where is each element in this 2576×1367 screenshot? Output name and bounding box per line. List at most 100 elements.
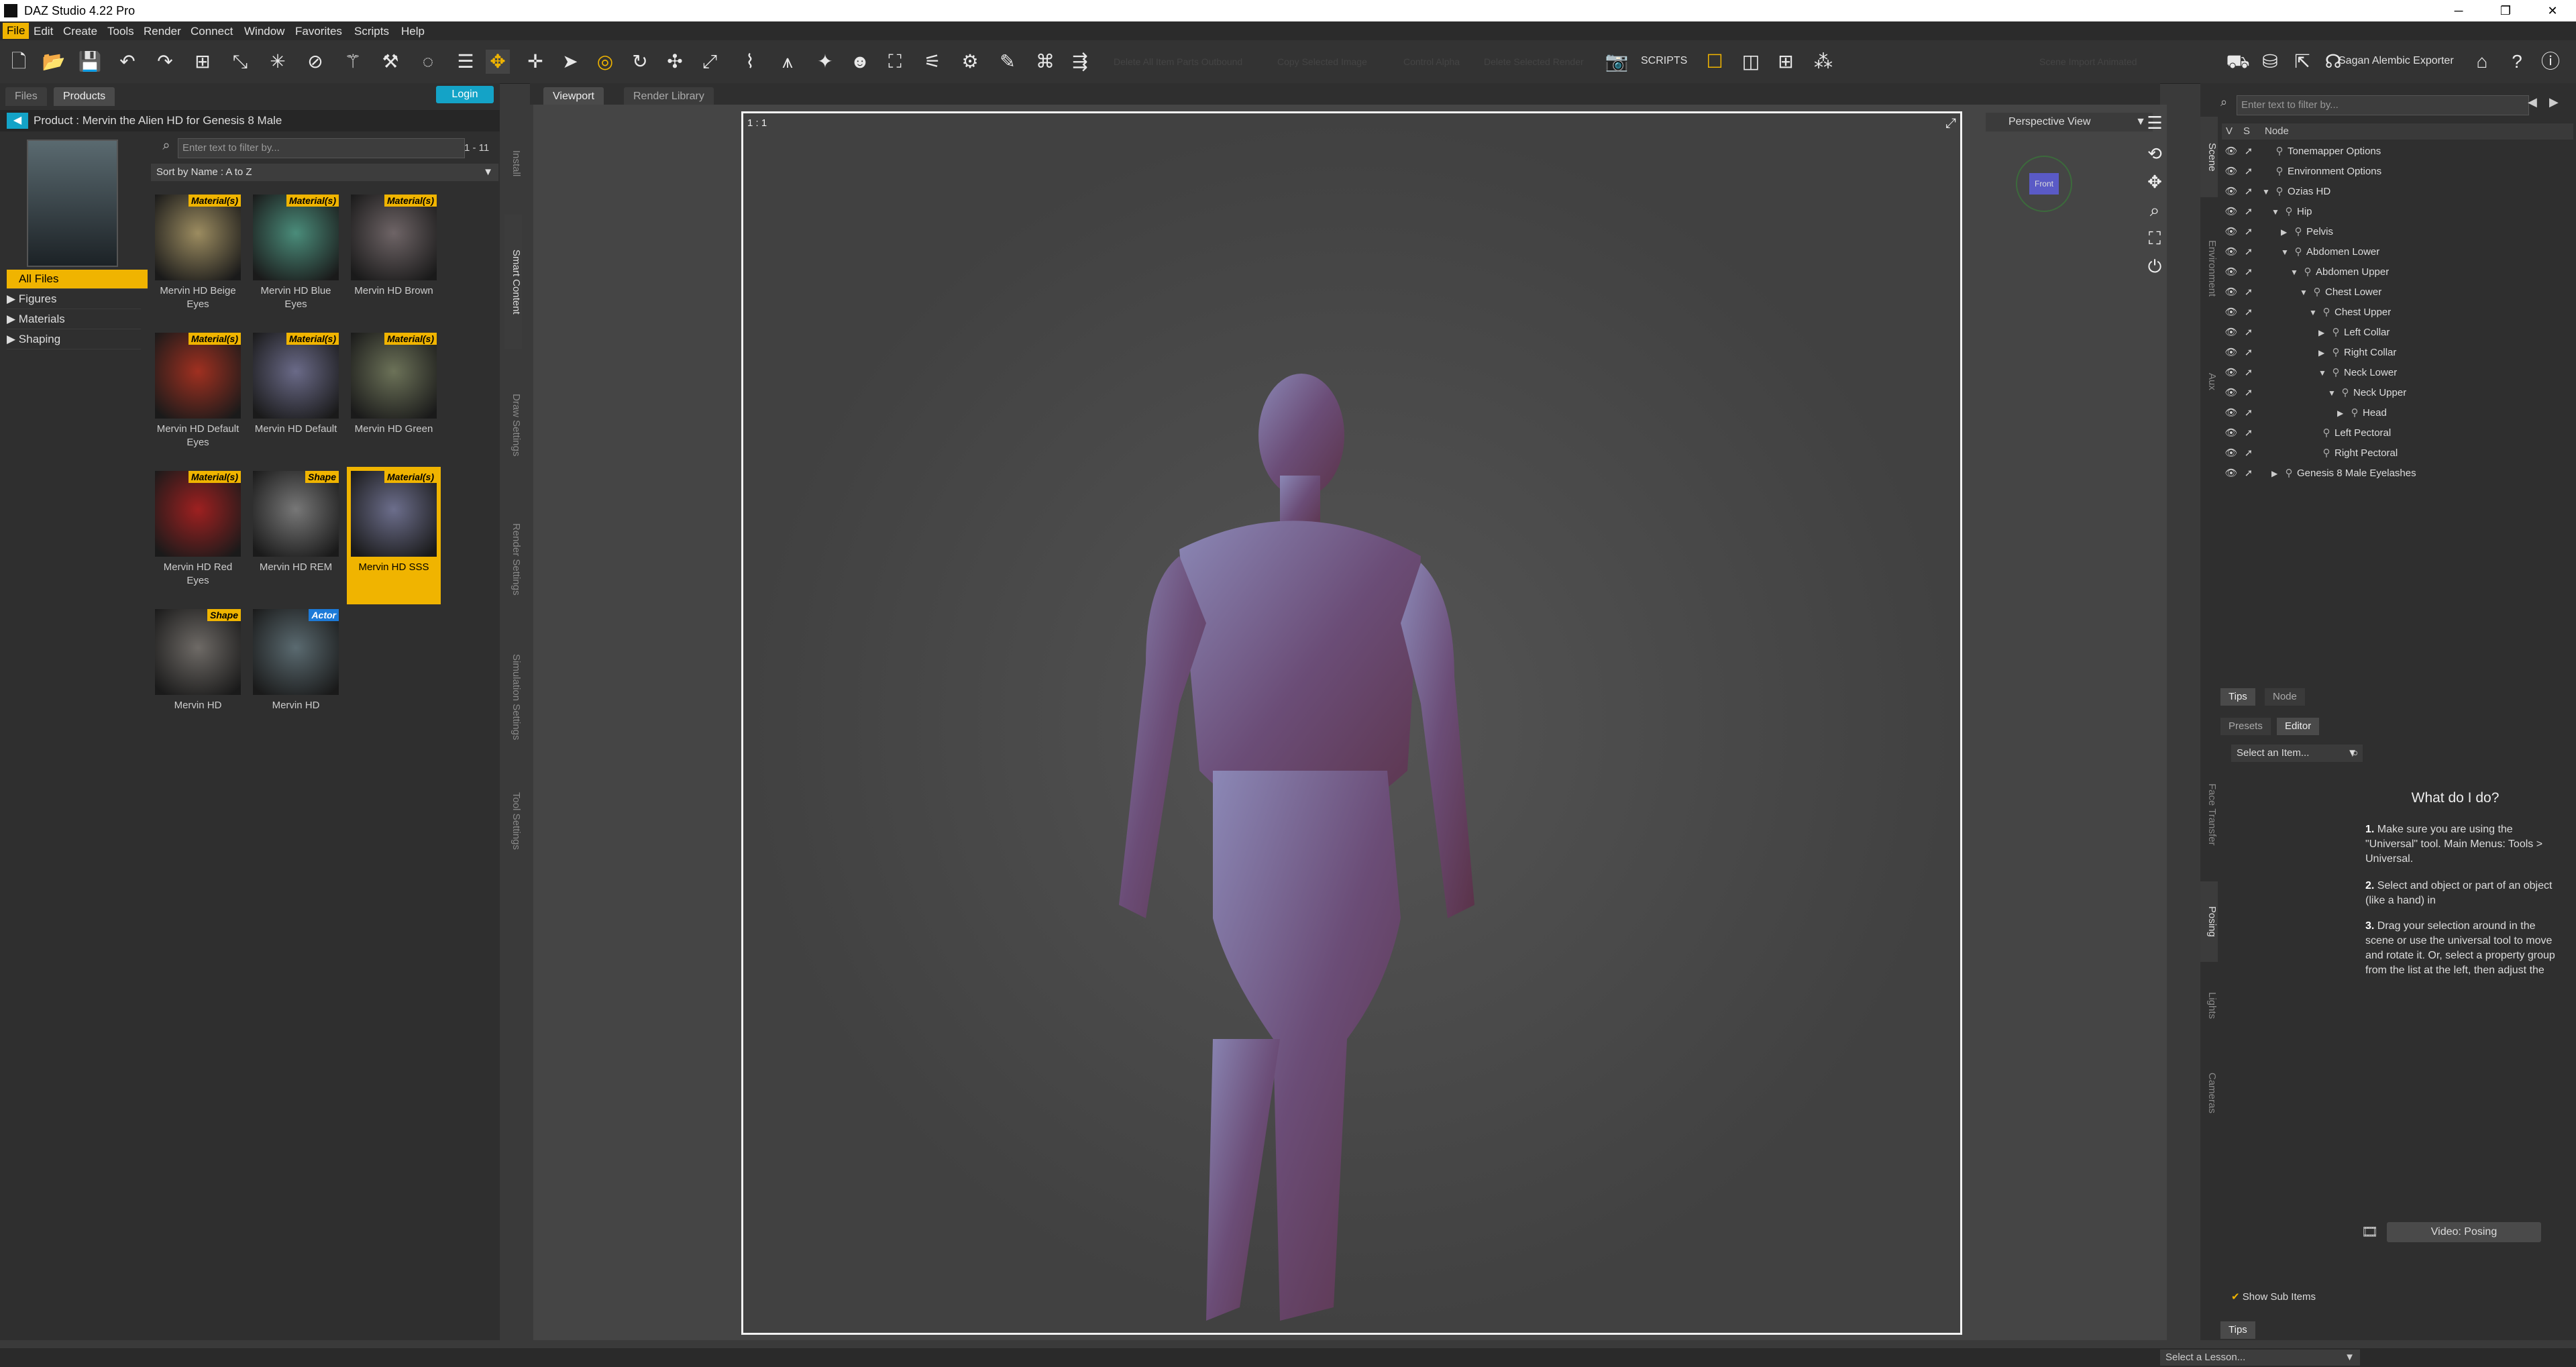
product-item[interactable]: Material(s) Mervin HD Blue Eyes bbox=[249, 190, 343, 328]
login-button[interactable]: Login bbox=[436, 86, 494, 103]
tab-presets[interactable]: Presets bbox=[2220, 718, 2271, 735]
product-item-thumbnail[interactable] bbox=[253, 471, 339, 557]
selectable-arrow-icon[interactable]: ➚ bbox=[2241, 182, 2257, 201]
selectable-arrow-icon[interactable]: ➚ bbox=[2241, 283, 2257, 302]
scene-tree-row[interactable]: 👁 ➚ ▼ ⚲ Neck Upper bbox=[2222, 384, 2573, 402]
iray-icon[interactable]: ✎ bbox=[996, 50, 1020, 74]
help-icon[interactable]: ⓘ bbox=[2538, 50, 2563, 74]
visibility-eye-icon[interactable]: 👁 bbox=[2223, 343, 2239, 362]
scene-tree-row[interactable]: 👁 ➚ ▶ ⚲ Head bbox=[2222, 404, 2573, 423]
quad-view-icon[interactable]: ⊞ bbox=[1774, 50, 1798, 74]
selectable-arrow-icon[interactable]: ➚ bbox=[2241, 384, 2257, 402]
menu-create[interactable]: Create bbox=[63, 25, 97, 38]
selectable-arrow-icon[interactable]: ➚ bbox=[2241, 364, 2257, 382]
faded-script-3[interactable]: Control Alpha bbox=[1403, 56, 1460, 67]
translate-icon[interactable]: ✣ bbox=[663, 50, 687, 74]
side-tab-environment[interactable]: Environment bbox=[2200, 201, 2218, 335]
pan-icon[interactable]: ✥ bbox=[2143, 172, 2166, 195]
product-item[interactable]: Material(s) Mervin HD Green bbox=[347, 329, 441, 466]
move-icon[interactable]: ✛ bbox=[523, 50, 547, 74]
menu-edit[interactable]: Edit bbox=[34, 25, 53, 38]
export-icon[interactable]: ⇶ bbox=[1068, 50, 1092, 74]
perspective-view-dropdown[interactable]: Perspective View ▼ bbox=[1986, 113, 2153, 131]
scene-tree-row[interactable]: 👁 ➚ ▶ ⚲ Pelvis bbox=[2222, 223, 2573, 241]
category-materials[interactable]: ▶ Materials bbox=[7, 310, 141, 329]
scene-filter-input[interactable]: Enter text to filter by... bbox=[2237, 95, 2529, 115]
render-frame[interactable]: 1 : 1 ⤢ bbox=[741, 111, 1962, 1335]
search-icon[interactable]: ⌕ bbox=[157, 138, 176, 157]
export-file-icon[interactable]: ⇱ bbox=[2290, 50, 2314, 74]
tab-viewport[interactable]: Viewport bbox=[543, 87, 604, 106]
camera-tool-icon[interactable]: ⛶ bbox=[883, 50, 907, 74]
menu-file[interactable]: File bbox=[3, 23, 30, 39]
side-tab-scene[interactable]: Scene bbox=[2200, 117, 2218, 197]
show-sub-items-checkbox[interactable]: ✔ Show Sub Items bbox=[2231, 1291, 2316, 1303]
side-tab-face-transfer[interactable]: Face Transfer bbox=[2200, 754, 2218, 875]
selectable-arrow-icon[interactable]: ➚ bbox=[2241, 243, 2257, 262]
scene-tree-row[interactable]: 👁 ➚ ▼ ⚲ Neck Lower bbox=[2222, 364, 2573, 382]
figure-setup-icon[interactable]: ☻ bbox=[848, 50, 872, 74]
collapse-arrow-icon[interactable]: ▼ bbox=[2281, 243, 2290, 262]
product-item-thumbnail[interactable] bbox=[351, 471, 437, 557]
tab-render-library[interactable]: Render Library bbox=[624, 87, 714, 106]
product-item-thumbnail[interactable] bbox=[253, 333, 339, 419]
scene-tree-row[interactable]: 👁 ➚ ▼ ⚲ Hip bbox=[2222, 203, 2573, 221]
product-item-thumbnail[interactable] bbox=[253, 195, 339, 280]
tab-products[interactable]: Products bbox=[54, 87, 115, 106]
side-tab-cameras[interactable]: Cameras bbox=[2200, 1049, 2218, 1136]
menu-connect[interactable]: Connect bbox=[191, 25, 233, 38]
node-column[interactable]: Node bbox=[2265, 123, 2289, 140]
joint-tool-icon[interactable]: ✳ bbox=[266, 50, 290, 74]
tab-node[interactable]: Node bbox=[2265, 688, 2305, 706]
home-icon[interactable]: ⌂ bbox=[2470, 50, 2494, 74]
side-tab-smart-content[interactable]: Smart Content bbox=[504, 215, 522, 349]
visibility-eye-icon[interactable]: 👁 bbox=[2223, 263, 2239, 282]
faded-script-4[interactable]: Delete Selected Render bbox=[1484, 56, 1584, 67]
expand-arrow-icon[interactable]: ▶ bbox=[2281, 223, 2290, 241]
product-item-thumbnail[interactable] bbox=[155, 333, 241, 419]
visibility-eye-icon[interactable]: 👁 bbox=[2223, 203, 2239, 221]
faded-script-5[interactable]: Scene Import Animated bbox=[2039, 56, 2137, 67]
visibility-eye-icon[interactable]: 👁 bbox=[2223, 283, 2239, 302]
scene-tree-row[interactable]: 👁 ➚ ▼ ⚲ Chest Upper bbox=[2222, 303, 2573, 322]
faded-script-1[interactable]: Delete All Item Parts Outbound bbox=[1114, 56, 1242, 67]
product-item-thumbnail[interactable] bbox=[351, 333, 437, 419]
search-icon[interactable]: ⌕ bbox=[2352, 746, 2359, 760]
undo-icon[interactable]: ↶ bbox=[115, 50, 140, 74]
menu-scripts[interactable]: Scripts bbox=[354, 25, 389, 38]
side-tab-install[interactable]: Install bbox=[504, 117, 522, 211]
product-thumbnail[interactable] bbox=[27, 140, 118, 267]
visibility-eye-icon[interactable]: 👁 bbox=[2223, 424, 2239, 443]
view-cube-face[interactable]: Front bbox=[2029, 173, 2059, 195]
new-scene-icon[interactable]: 🗋 bbox=[7, 50, 31, 74]
visibility-eye-icon[interactable]: 👁 bbox=[2223, 364, 2239, 382]
lesson-dropdown[interactable]: Select a Lesson... ▼ bbox=[2160, 1350, 2360, 1366]
zoom-icon[interactable]: ⌕ bbox=[2143, 200, 2166, 223]
product-item[interactable]: Shape Mervin HD REM bbox=[249, 467, 343, 604]
product-item[interactable]: Material(s) Mervin HD Brown bbox=[347, 190, 441, 328]
expand-arrow-icon[interactable]: ▶ bbox=[2318, 343, 2328, 362]
visibility-eye-icon[interactable]: 👁 bbox=[2223, 162, 2239, 181]
scene-tree-row[interactable]: 👁 ➚ ⚲ Environment Options bbox=[2222, 162, 2573, 181]
collapse-arrow-icon[interactable]: ▼ bbox=[2300, 283, 2309, 302]
selectable-arrow-icon[interactable]: ➚ bbox=[2241, 223, 2257, 241]
split-view-icon[interactable]: ◫ bbox=[1739, 50, 1763, 74]
spot-render-icon[interactable]: ✦ bbox=[813, 50, 837, 74]
open-icon[interactable]: 📂 bbox=[42, 50, 66, 74]
wand-icon[interactable]: ⚚ bbox=[341, 50, 365, 74]
view-cube[interactable]: Front bbox=[2016, 156, 2072, 212]
selectable-arrow-icon[interactable]: ➚ bbox=[2241, 263, 2257, 282]
selectable-arrow-icon[interactable]: ➚ bbox=[2241, 203, 2257, 221]
viewport[interactable]: 1 : 1 ⤢ Perspective View ▼ Front ☰ ⟲ ✥ ⌕… bbox=[533, 105, 2167, 1340]
save-icon[interactable]: 💾 bbox=[78, 50, 102, 74]
category-shaping[interactable]: ▶ Shaping bbox=[7, 330, 141, 349]
visibility-eye-icon[interactable]: 👁 bbox=[2223, 404, 2239, 423]
library-filter-input[interactable]: Enter text to filter by... bbox=[178, 138, 465, 158]
menu-help[interactable]: Help bbox=[401, 25, 425, 38]
visibility-eye-icon[interactable]: 👁 bbox=[2223, 384, 2239, 402]
visibility-column[interactable]: V bbox=[2226, 123, 2233, 140]
collapse-arrow-icon[interactable]: ▼ bbox=[2262, 182, 2271, 201]
selectable-arrow-icon[interactable]: ➚ bbox=[2241, 464, 2257, 483]
category-figures[interactable]: ▶ Figures bbox=[7, 290, 141, 309]
scene-tree-row[interactable]: 👁 ➚ ▼ ⚲ Abdomen Lower bbox=[2222, 243, 2573, 262]
